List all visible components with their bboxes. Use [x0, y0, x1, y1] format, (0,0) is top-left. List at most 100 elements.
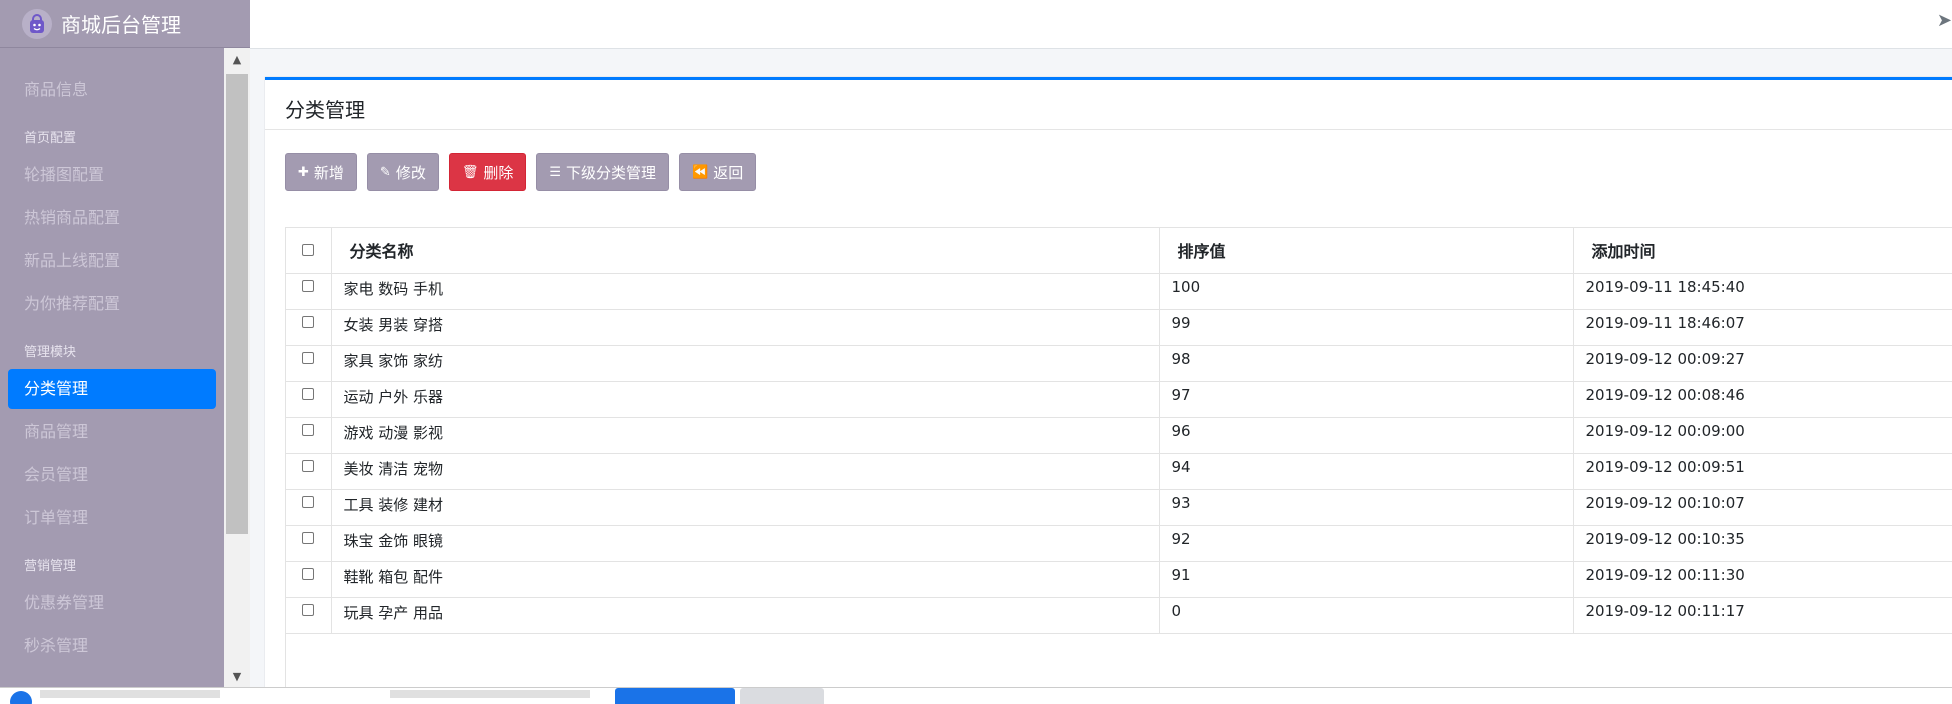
- table-row[interactable]: 运动 户外 乐器 97 2019-09-12 00:08:46: [286, 381, 1952, 418]
- sidebar-item-goods-management[interactable]: 商品管理: [8, 412, 216, 452]
- bottom-primary-button[interactable]: [615, 688, 735, 704]
- cell-created-time: 2019-09-12 00:09:27: [1573, 345, 1952, 382]
- table-header-row: 分类名称 排序值 添加时间: [286, 228, 1952, 274]
- row-checkbox-cell: [286, 453, 332, 490]
- nav-header-home-config: 首页配置: [24, 131, 77, 146]
- cell-rank: 91: [1159, 561, 1574, 598]
- row-checkbox-cell: [286, 417, 332, 454]
- header-category-name[interactable]: 分类名称: [331, 228, 1160, 274]
- table-row[interactable]: 家具 家饰 家纺 98 2019-09-12 00:09:27: [286, 345, 1952, 382]
- delete-button-label: 删除: [483, 163, 514, 182]
- row-checkbox-cell: [286, 561, 332, 598]
- cell-created-time: 2019-09-11 18:46:07: [1573, 309, 1952, 346]
- edit-icon: ✎: [379, 164, 391, 180]
- table-row[interactable]: 家电 数码 手机 100 2019-09-11 18:45:40: [286, 273, 1952, 310]
- add-button[interactable]: ✚ 新增: [285, 153, 357, 191]
- row-checkbox[interactable]: [302, 387, 315, 400]
- info-icon: [10, 691, 32, 704]
- add-button-label: 新增: [313, 163, 344, 182]
- plus-icon: ✚: [298, 164, 309, 180]
- table-row[interactable]: 美妆 清洁 宠物 94 2019-09-12 00:09:51: [286, 453, 1952, 490]
- row-checkbox-cell: [286, 525, 332, 562]
- cell-created-time: 2019-09-11 18:45:40: [1573, 273, 1952, 310]
- cell-rank: 98: [1159, 345, 1574, 382]
- sidebar-item-recommend-config[interactable]: 为你推荐配置: [8, 284, 216, 324]
- bottom-secondary-button[interactable]: [740, 688, 824, 704]
- sidebar-item-hot-goods-config[interactable]: 热销商品配置: [8, 198, 216, 238]
- nav-header-marketing: 营销管理: [24, 559, 77, 574]
- edit-button[interactable]: ✎ 修改: [366, 153, 439, 191]
- row-checkbox-cell: [286, 489, 332, 526]
- sidebar: 商城后台管理 商品信息 首页配置 轮播图配置 热销商品配置 新品上线配置 为你推…: [0, 0, 250, 687]
- sub-category-button-label: 下级分类管理: [566, 163, 657, 182]
- table-row[interactable]: 玩具 孕产 用品 0 2019-09-12 00:11:17: [286, 597, 1952, 634]
- brand[interactable]: 商城后台管理: [0, 0, 250, 48]
- row-checkbox[interactable]: [302, 423, 315, 436]
- cell-rank: 99: [1159, 309, 1574, 346]
- cell-created-time: 2019-09-12 00:11:17: [1573, 597, 1952, 634]
- sidebar-item-seckill-management[interactable]: 秒杀管理: [8, 626, 216, 666]
- page-title: 分类管理: [285, 98, 365, 122]
- sidebar-item-carousel-config[interactable]: 轮播图配置: [8, 155, 216, 195]
- row-checkbox[interactable]: [302, 531, 315, 544]
- table-row[interactable]: 游戏 动漫 影视 96 2019-09-12 00:09:00: [286, 417, 1952, 454]
- send-icon[interactable]: ➤: [1937, 10, 1952, 31]
- table-row[interactable]: 女装 男装 穿搭 99 2019-09-11 18:46:07: [286, 309, 1952, 346]
- row-checkbox-cell: [286, 381, 332, 418]
- scroll-down-icon[interactable]: ▼: [224, 665, 250, 687]
- category-card: 分类管理 ✚ 新增 ✎ 修改 🗑 删除 ☰ 下级分类管理 ⏪ 返回 分类名称 排…: [265, 77, 1952, 704]
- cell-rank: 92: [1159, 525, 1574, 562]
- trash-icon: 🗑: [461, 164, 479, 180]
- sidebar-item-member-management[interactable]: 会员管理: [8, 455, 216, 495]
- bottom-bar: [0, 687, 1952, 704]
- bottom-text: [390, 690, 590, 698]
- cell-created-time: 2019-09-12 00:10:35: [1573, 525, 1952, 562]
- row-checkbox[interactable]: [302, 459, 315, 472]
- scroll-thumb[interactable]: [226, 74, 248, 534]
- sidebar-item-coupon-management[interactable]: 优惠券管理: [8, 583, 216, 623]
- sidebar-item-category-management[interactable]: 分类管理: [8, 369, 216, 409]
- sidebar-item-goods-info[interactable]: 商品信息: [8, 70, 216, 110]
- sidebar-item-order-management[interactable]: 订单管理: [8, 498, 216, 538]
- row-checkbox[interactable]: [302, 495, 315, 508]
- cell-category-name: 美妆 清洁 宠物: [331, 453, 1160, 490]
- cell-category-name: 珠宝 金饰 眼镜: [331, 525, 1160, 562]
- cell-created-time: 2019-09-12 00:08:46: [1573, 381, 1952, 418]
- table-row[interactable]: 鞋靴 箱包 配件 91 2019-09-12 00:11:30: [286, 561, 1952, 598]
- cell-created-time: 2019-09-12 00:09:51: [1573, 453, 1952, 490]
- sidebar-scrollbar[interactable]: ▲ ▼: [224, 48, 250, 687]
- cell-rank: 93: [1159, 489, 1574, 526]
- category-table: 分类名称 排序值 添加时间 家电 数码 手机 100 2019-09-11 18:4…: [285, 227, 1952, 704]
- cell-category-name: 玩具 孕产 用品: [331, 597, 1160, 634]
- bottom-text: [40, 690, 220, 698]
- header-rank[interactable]: 排序值: [1159, 228, 1574, 274]
- cell-created-time: 2019-09-12 00:10:07: [1573, 489, 1952, 526]
- top-navbar: ➤: [250, 0, 1952, 49]
- cell-category-name: 女装 男装 穿搭: [331, 309, 1160, 346]
- table-row[interactable]: 工具 装修 建材 93 2019-09-12 00:10:07: [286, 489, 1952, 526]
- card-header: 分类管理: [265, 80, 1952, 130]
- table-row[interactable]: 珠宝 金饰 眼镜 92 2019-09-12 00:10:35: [286, 525, 1952, 562]
- sub-category-button[interactable]: ☰ 下级分类管理: [536, 153, 670, 191]
- header-created-time[interactable]: 添加时间: [1573, 228, 1952, 274]
- row-checkbox[interactable]: [302, 351, 315, 364]
- select-all-checkbox[interactable]: [302, 243, 315, 256]
- sidebar-item-new-goods-config[interactable]: 新品上线配置: [8, 241, 216, 281]
- cell-rank: 94: [1159, 453, 1574, 490]
- backward-icon: ⏪: [692, 164, 709, 180]
- row-checkbox[interactable]: [302, 567, 315, 580]
- delete-button[interactable]: 🗑 删除: [448, 153, 527, 191]
- row-checkbox[interactable]: [302, 279, 315, 292]
- list-icon: ☰: [549, 164, 562, 180]
- cell-created-time: 2019-09-12 00:11:30: [1573, 561, 1952, 598]
- cell-rank: 0: [1159, 597, 1574, 634]
- row-checkbox[interactable]: [302, 315, 315, 328]
- back-button-label: 返回: [713, 163, 744, 182]
- scroll-up-icon[interactable]: ▲: [224, 48, 250, 70]
- cell-created-time: 2019-09-12 00:09:00: [1573, 417, 1952, 454]
- back-button[interactable]: ⏪ 返回: [679, 153, 757, 191]
- sidebar-nav: 商品信息 首页配置 轮播图配置 热销商品配置 新品上线配置 为你推荐配置 管理模…: [0, 52, 224, 669]
- cell-rank: 96: [1159, 417, 1574, 454]
- row-checkbox[interactable]: [302, 603, 315, 616]
- shopping-bag-icon: [22, 8, 52, 39]
